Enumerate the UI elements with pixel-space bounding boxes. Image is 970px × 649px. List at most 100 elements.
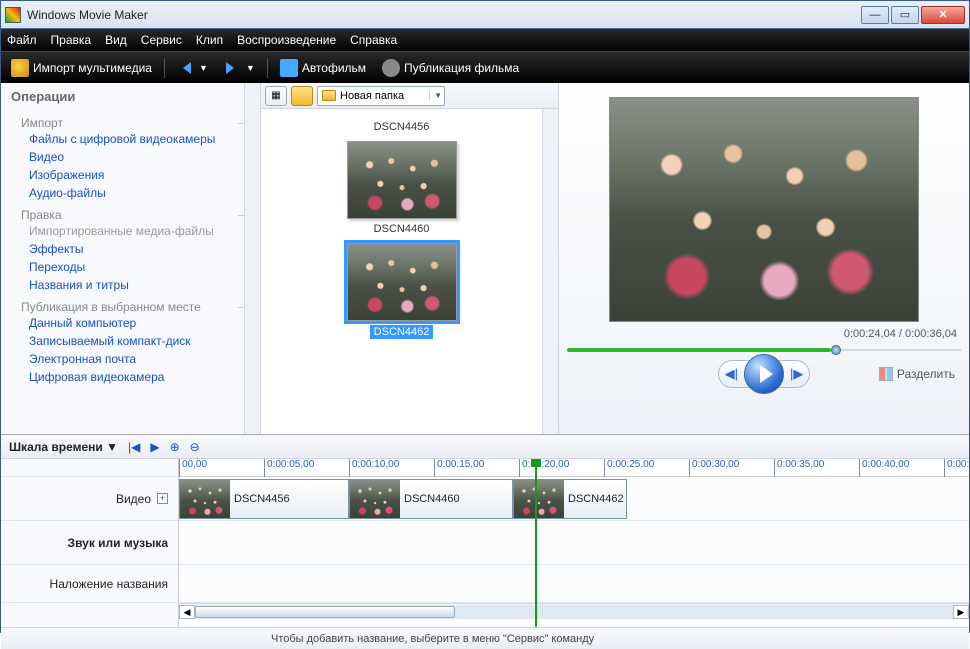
undo-button[interactable]: ▼: [173, 56, 212, 80]
app-icon: [5, 7, 21, 23]
task-link[interactable]: Файлы с цифровой видеокамеры: [21, 130, 234, 148]
audio-track[interactable]: [179, 521, 969, 565]
playhead[interactable]: [535, 459, 537, 627]
split-button[interactable]: Разделить: [879, 367, 955, 381]
task-link[interactable]: Аудио-файлы: [21, 184, 234, 202]
step-back-button[interactable]: ◀|: [725, 366, 738, 382]
clip-name: DSCN4462: [564, 493, 627, 505]
menu-clip[interactable]: Клип: [196, 33, 223, 47]
menu-tools[interactable]: Сервис: [141, 33, 182, 47]
task-link[interactable]: Данный компьютер: [21, 314, 234, 332]
menu-view[interactable]: Вид: [105, 33, 127, 47]
zoom-out-button[interactable]: ⊖: [190, 440, 200, 454]
collection-item[interactable]: DSCN4460: [337, 141, 467, 235]
menu-help[interactable]: Справка: [350, 33, 397, 47]
timeline-track-labels: Видео+ Звук или музыка Наложение названи…: [1, 459, 179, 627]
title-track[interactable]: [179, 565, 969, 603]
main-area: Операции ИмпортФайлы с цифровой видеокам…: [1, 83, 969, 435]
task-link: Импортированные медиа-файлы: [21, 222, 234, 240]
video-track[interactable]: DSCN4456 DSCN4460 DSCN4462: [179, 477, 969, 521]
ruler-tick: 0:00:15,00: [434, 459, 484, 477]
timeline-rewind-button[interactable]: |◀: [128, 440, 140, 454]
tasks-pane: Операции ИмпортФайлы с цифровой видеокам…: [1, 83, 261, 434]
redo-button[interactable]: ▼: [220, 56, 259, 80]
collection-folder-name: Новая папка: [340, 90, 425, 102]
task-link[interactable]: Названия и титры: [21, 276, 234, 294]
clip-thumbnail: [514, 479, 564, 519]
clip-thumbnail: [180, 479, 230, 519]
publish-icon: [382, 59, 400, 77]
view-thumbnails-button[interactable]: [291, 86, 313, 106]
timeline-clip[interactable]: DSCN4462: [513, 479, 627, 519]
expand-video-track-button[interactable]: +: [157, 493, 168, 504]
titlebar: Windows Movie Maker — ▭: [1, 1, 969, 29]
menu-file[interactable]: Файл: [7, 33, 37, 47]
import-media-button[interactable]: Импорт мультимедиа: [7, 56, 156, 80]
menu-edit[interactable]: Правка: [51, 33, 92, 47]
close-button[interactable]: [921, 6, 965, 24]
timeline-play-button[interactable]: ▶: [150, 440, 159, 454]
view-details-button[interactable]: ▦: [265, 86, 287, 106]
task-link[interactable]: Цифровая видеокамера: [21, 368, 234, 386]
task-link[interactable]: Эффекты: [21, 240, 234, 258]
thumbnail-image: [347, 141, 457, 219]
step-forward-button[interactable]: |▶: [790, 366, 803, 382]
ruler-tick: 0:00:35,00: [774, 459, 824, 477]
timeline-hscroll[interactable]: ◀ ▶: [179, 603, 969, 619]
hscroll-right-button[interactable]: ▶: [953, 605, 969, 619]
timeline-clip[interactable]: DSCN4460: [349, 479, 513, 519]
task-link[interactable]: Записываемый компакт-диск: [21, 332, 234, 350]
toolbar: Импорт мультимедиа ▼ ▼ Автофильм Публика…: [1, 51, 969, 83]
ruler-tick: 0:00:30,00: [689, 459, 739, 477]
chevron-down-icon: ▼: [429, 91, 442, 100]
ruler-tick: 00,00: [179, 459, 207, 477]
track-label-video: Видео+: [1, 477, 178, 521]
play-button[interactable]: [744, 354, 784, 394]
task-link[interactable]: Изображения: [21, 166, 234, 184]
collection-pane: ▦ Новая папка ▼ DSCN4456 DSCN4460 DSCN4462: [261, 83, 559, 434]
automovie-button[interactable]: Автофильм: [276, 56, 370, 80]
maximize-button[interactable]: ▭: [891, 6, 919, 24]
tasks-scrollbar[interactable]: [244, 83, 260, 434]
timeline-tracks[interactable]: 00,000:00:05,000:00:10,000:00:15,000:00:…: [179, 459, 969, 627]
split-label: Разделить: [897, 367, 955, 381]
clip-name: DSCN4460: [400, 493, 464, 505]
publish-button[interactable]: Публикация фильма: [378, 56, 523, 80]
timeline-area: Видео+ Звук или музыка Наложение названи…: [1, 459, 969, 627]
timeline-title[interactable]: Шкала времени ▼: [9, 440, 118, 454]
redo-icon: [226, 62, 240, 74]
task-link[interactable]: Видео: [21, 148, 234, 166]
tasks-header: Операции: [1, 83, 244, 110]
clip-thumbnail: [350, 479, 400, 519]
timeline-ruler[interactable]: 00,000:00:05,000:00:10,000:00:15,000:00:…: [179, 459, 969, 477]
minimize-button[interactable]: —: [861, 6, 889, 24]
zoom-in-button[interactable]: ⊕: [170, 440, 180, 454]
transport-controls: ◀| |▶ Разделить: [567, 360, 961, 388]
collection-item[interactable]: DSCN4456: [337, 117, 467, 133]
window-title: Windows Movie Maker: [27, 8, 861, 22]
task-link[interactable]: Электронная почта: [21, 350, 234, 368]
timeline-clip[interactable]: DSCN4456: [179, 479, 349, 519]
seek-bar[interactable]: [567, 346, 961, 354]
thumbnail-name: DSCN4456: [374, 121, 430, 133]
ruler-tick: 0:00:45,00: [944, 459, 969, 477]
task-group-label: Правка: [21, 208, 234, 222]
collection-folder-combo[interactable]: Новая папка ▼: [317, 86, 445, 106]
window-controls: — ▭: [861, 6, 965, 24]
task-link[interactable]: Переходы: [21, 258, 234, 276]
menubar: Файл Правка Вид Сервис Клип Воспроизведе…: [1, 29, 969, 51]
preview-video[interactable]: [609, 97, 919, 322]
seek-thumb[interactable]: [831, 345, 841, 355]
thumbnail-name: DSCN4460: [374, 223, 430, 235]
publish-label: Публикация фильма: [404, 61, 519, 75]
statusbar: Чтобы добавить название, выберите в меню…: [1, 627, 969, 649]
collection-item[interactable]: DSCN4462: [337, 243, 467, 339]
collection-thumbs[interactable]: DSCN4456 DSCN4460 DSCN4462: [261, 109, 542, 434]
hscroll-left-button[interactable]: ◀: [179, 605, 195, 619]
collection-scrollbar[interactable]: [542, 109, 558, 434]
preview-time: 0:00:24,04 / 0:00:36,04: [567, 328, 961, 340]
hscroll-thumb[interactable]: [195, 606, 455, 618]
menu-play[interactable]: Воспроизведение: [237, 33, 336, 47]
thumbnail-image: [347, 243, 457, 321]
automovie-icon: [280, 59, 298, 77]
